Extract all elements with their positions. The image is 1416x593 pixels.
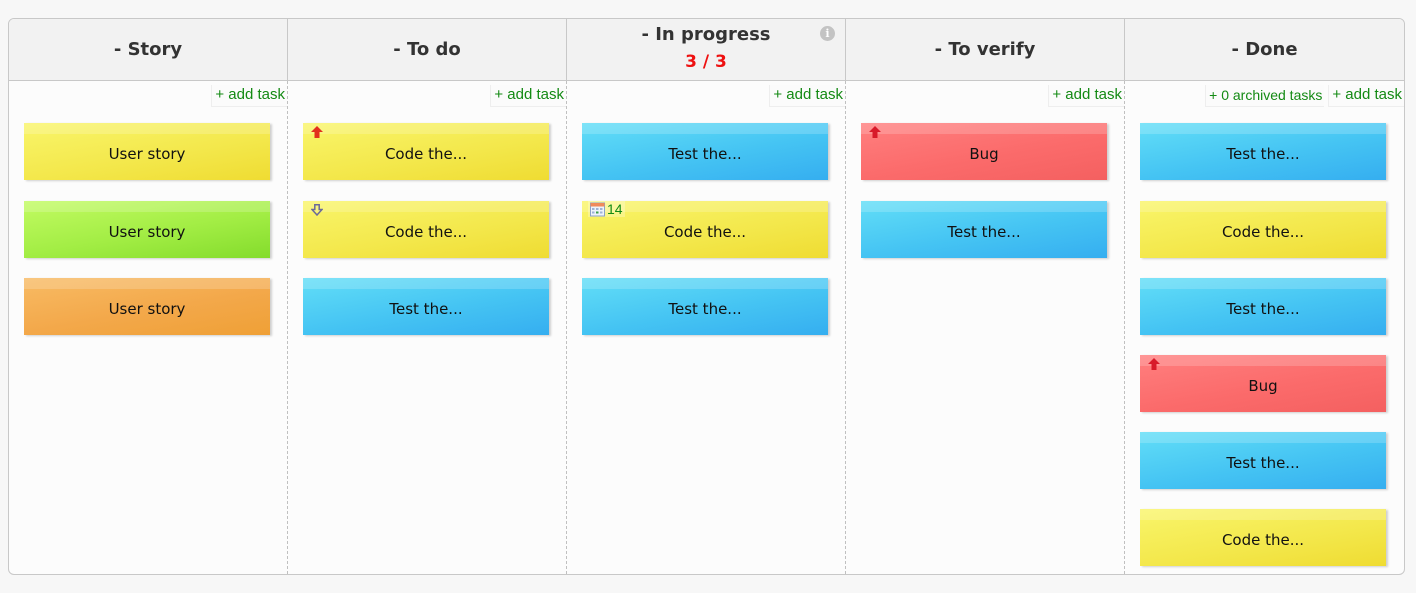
card-title: Bug	[1248, 377, 1278, 395]
add-task-link[interactable]: + add task	[211, 85, 287, 107]
card-title: Bug	[969, 145, 999, 163]
add-task-link[interactable]: + add task	[769, 85, 845, 107]
add-task-link[interactable]: + add task	[1048, 85, 1124, 107]
column-header-done[interactable]: - Done	[1125, 19, 1404, 80]
priority-high-arrow-up-icon	[869, 126, 881, 138]
info-icon[interactable]: i	[820, 26, 835, 41]
card-title: Test the...	[947, 223, 1021, 241]
column-in-progress: + add task Test the... 14 Code the... Te…	[567, 81, 846, 574]
task-card[interactable]: 14 Code the...	[582, 201, 828, 258]
card-title: User story	[108, 300, 186, 318]
card-title: Code the...	[1221, 223, 1305, 241]
column-done: + 0 archived tasks + add task Test the..…	[1125, 81, 1404, 574]
task-card[interactable]: Test the...	[1140, 432, 1386, 489]
priority-high-arrow-up-icon	[311, 126, 323, 138]
calendar-icon	[590, 202, 605, 216]
card-title: User story	[108, 145, 186, 163]
add-task-link[interactable]: + add task	[1328, 85, 1404, 107]
kanban-board: - Story - To do - In progress 3 / 3 i - …	[8, 18, 1405, 575]
task-card[interactable]: Code the...	[303, 123, 549, 180]
card-title: Code the...	[384, 145, 468, 163]
priority-high-arrow-up-icon	[1148, 358, 1160, 370]
column-title: - Done	[1231, 39, 1298, 60]
add-task-link[interactable]: + add task	[490, 85, 566, 107]
wip-limit-counter: 3 / 3	[685, 52, 727, 72]
task-card[interactable]: Test the...	[303, 278, 549, 335]
column-header-in-progress[interactable]: - In progress 3 / 3 i	[567, 19, 846, 80]
column-actions: + 0 archived tasks + add task	[1205, 85, 1404, 107]
task-card[interactable]: Code the...	[303, 201, 549, 258]
card-title: Code the...	[384, 223, 468, 241]
task-card[interactable]: Bug	[1140, 355, 1386, 412]
task-card[interactable]: Code the...	[1140, 201, 1386, 258]
task-card[interactable]: Test the...	[861, 201, 1107, 258]
task-card[interactable]: Test the...	[1140, 123, 1386, 180]
task-card[interactable]: Bug	[861, 123, 1107, 180]
card-title: Test the...	[668, 145, 742, 163]
card-title: Test the...	[1226, 454, 1300, 472]
column-header-to-do[interactable]: - To do	[288, 19, 567, 80]
column-header-to-verify[interactable]: - To verify	[846, 19, 1125, 80]
column-header-story[interactable]: - Story	[9, 19, 288, 80]
task-card[interactable]: Code the...	[1140, 509, 1386, 566]
column-actions: + add task	[1048, 85, 1124, 107]
archived-tasks-link[interactable]: + 0 archived tasks	[1205, 85, 1325, 107]
column-actions: + add task	[211, 85, 287, 107]
card-title: Code the...	[1221, 531, 1305, 549]
due-day: 14	[607, 201, 623, 217]
task-card[interactable]: Test the...	[582, 123, 828, 180]
task-card[interactable]: User story	[24, 278, 270, 335]
card-title: Test the...	[389, 300, 463, 318]
column-actions: + add task	[769, 85, 845, 107]
column-headers: - Story - To do - In progress 3 / 3 i - …	[9, 19, 1404, 81]
task-card[interactable]: User story	[24, 201, 270, 258]
task-card[interactable]: User story	[24, 123, 270, 180]
column-to-do: + add task Code the... Code the... Test …	[288, 81, 567, 574]
column-title: - To verify	[934, 39, 1036, 60]
card-title: Code the...	[663, 223, 747, 241]
columns: + add task User story User story User st…	[9, 81, 1404, 574]
column-title: - To do	[393, 39, 461, 60]
card-title: Test the...	[668, 300, 742, 318]
column-title: - Story	[113, 39, 183, 60]
priority-low-arrow-down-icon	[311, 204, 323, 216]
card-title: User story	[108, 223, 186, 241]
task-card[interactable]: Test the...	[1140, 278, 1386, 335]
column-to-verify: + add task Bug Test the...	[846, 81, 1125, 574]
column-story: + add task User story User story User st…	[9, 81, 288, 574]
task-card[interactable]: Test the...	[582, 278, 828, 335]
due-date-badge: 14	[588, 201, 625, 217]
card-title: Test the...	[1226, 145, 1300, 163]
column-title: - In progress	[641, 24, 771, 45]
card-title: Test the...	[1226, 300, 1300, 318]
column-actions: + add task	[490, 85, 566, 107]
